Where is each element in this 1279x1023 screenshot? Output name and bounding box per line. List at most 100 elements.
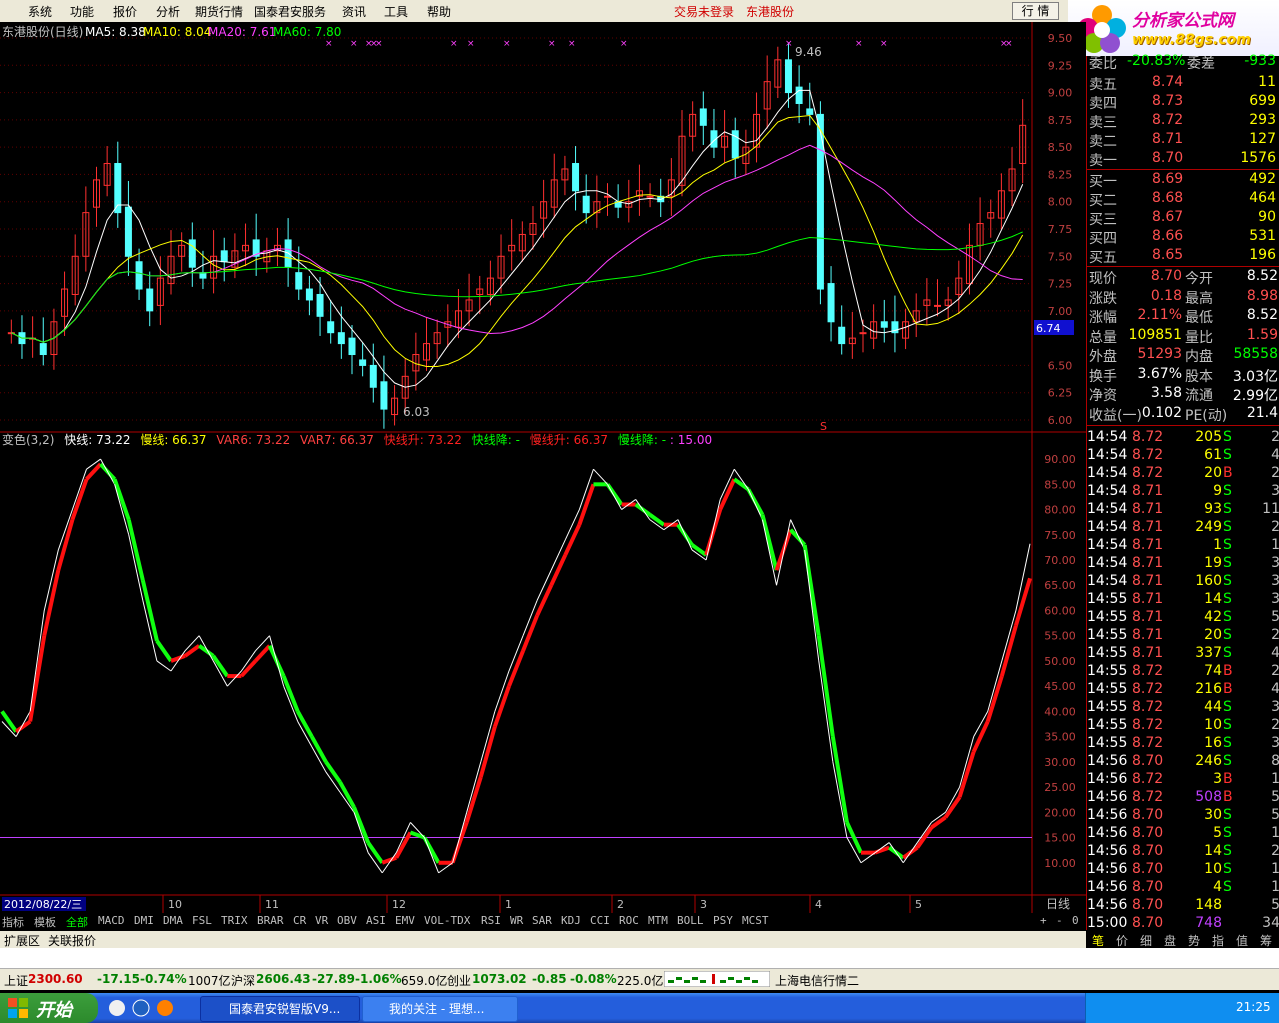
indicator-tab[interactable]: MTM xyxy=(648,914,668,927)
menu-tools[interactable]: 工具 xyxy=(384,3,408,20)
right-tab[interactable]: 细 xyxy=(1140,932,1152,949)
price-y-tick: 7.50 xyxy=(1048,250,1073,263)
indicator-tab[interactable]: DMA xyxy=(163,914,183,927)
tick-row-cell: 20 xyxy=(1204,465,1222,481)
login-status[interactable]: 交易未登录 xyxy=(674,3,734,20)
indicator-tab[interactable]: PSY xyxy=(713,914,733,927)
tick-row-cell: 8.70 xyxy=(1132,861,1164,877)
indicator-tab[interactable]: WR xyxy=(510,914,523,927)
tick-row: 14:54 8.72 61 S 4 xyxy=(1087,446,1279,465)
price-y-tick: 6.50 xyxy=(1048,359,1073,372)
stat-row-cell: 净资 xyxy=(1089,388,1117,404)
indicator-tab[interactable]: ROC xyxy=(619,914,639,927)
extension-bar: 扩展区 关联报价 xyxy=(0,931,1086,948)
indicator-tab[interactable]: OBV xyxy=(337,914,357,927)
taskbar-app-1[interactable]: 国泰君安锐智版V9... xyxy=(200,996,360,1022)
order-ratio-row-cell: 委比 xyxy=(1089,56,1117,72)
right-tab[interactable]: 笔 xyxy=(1092,932,1104,949)
indicator-tab[interactable]: RSI xyxy=(481,914,501,927)
zoom-button[interactable]: - xyxy=(1056,914,1063,927)
bid-row-cell: 8.69 xyxy=(1152,171,1184,187)
right-tab[interactable]: 筹 xyxy=(1260,932,1272,949)
related-quote-tab[interactable]: 关联报价 xyxy=(48,932,96,949)
menu-futures[interactable]: 期货行情 xyxy=(195,3,243,20)
indicator-tab[interactable]: TRIX xyxy=(221,914,248,927)
candle-body xyxy=(934,304,942,307)
zoom-button[interactable]: + xyxy=(1040,914,1047,927)
menu-system[interactable]: 系统 xyxy=(28,3,52,20)
start-button[interactable]: 开始 xyxy=(0,993,98,1023)
tick-row-cell: 1 xyxy=(1271,825,1279,841)
date-label: 2012/08/22/三 xyxy=(4,898,82,911)
sh-index-value: 2300.60 xyxy=(28,972,83,986)
indicator-tab[interactable]: DMI xyxy=(134,914,154,927)
stat-row: 外盘 51293 内盘 58558 xyxy=(1087,345,1279,365)
tick-row-cell: 14 xyxy=(1204,843,1222,859)
indicator-tab[interactable]: 模板 xyxy=(34,914,56,930)
indicator-tab[interactable]: MACD xyxy=(98,914,125,927)
tick-row: 14:56 8.70 30 S 5 xyxy=(1087,806,1279,825)
indicator-tab[interactable]: SAR xyxy=(532,914,552,927)
ask-row-cell: 卖五 xyxy=(1089,77,1117,93)
stat-row-cell: 8.70 xyxy=(1150,268,1182,284)
ask-row: 卖一 8.70 1576 xyxy=(1087,149,1279,169)
signal-marker: × xyxy=(880,39,888,49)
tick-row-cell: 14 xyxy=(1204,591,1222,607)
right-tab[interactable]: 价 xyxy=(1116,932,1128,949)
candle-body xyxy=(827,283,835,323)
zoom-button[interactable]: 0 xyxy=(1072,914,1079,927)
right-tab[interactable]: 势 xyxy=(1188,932,1200,949)
tick-row-cell: 14:54 xyxy=(1087,573,1128,589)
tick-row-cell: S xyxy=(1223,717,1232,733)
indicator-tab[interactable]: CCI xyxy=(590,914,610,927)
indicator-tab[interactable]: BOLL xyxy=(677,914,704,927)
tick-row-cell: 8.70 xyxy=(1132,753,1164,769)
candle-body xyxy=(39,343,47,356)
indicator-tab[interactable]: FSL xyxy=(192,914,212,927)
indicator-tab[interactable]: MCST xyxy=(742,914,769,927)
menu-quote[interactable]: 报价 xyxy=(113,3,137,20)
menu-function[interactable]: 功能 xyxy=(70,3,94,20)
tick-row-cell: 3 xyxy=(1271,735,1279,751)
tick-row-cell: 8.71 xyxy=(1132,645,1164,661)
taskbar-app-2[interactable]: 我的关注 - 理想... xyxy=(362,996,518,1022)
tick-row-cell: B xyxy=(1223,771,1233,787)
high-price-label: 9.46 xyxy=(795,45,822,59)
candle-body xyxy=(146,288,154,312)
tick-row-cell: 30 xyxy=(1204,807,1222,823)
tick-row-cell: 337 xyxy=(1195,645,1222,661)
quick-launch[interactable] xyxy=(105,996,185,1020)
price-y-tick: 7.00 xyxy=(1048,305,1073,318)
indicator-tab[interactable]: VOL-TDX xyxy=(424,914,470,927)
menu-analysis[interactable]: 分析 xyxy=(156,3,180,20)
period-label[interactable]: 日线 xyxy=(1046,897,1070,911)
server-status[interactable]: 上海电信行情二 xyxy=(775,972,859,989)
status-bar: 上证 2300.60 -17.15 -0.74% 1007亿 沪深 2606.4… xyxy=(0,948,1279,990)
trade-button[interactable]: 行 情 xyxy=(1012,2,1059,20)
indicator-tab[interactable]: 全部 xyxy=(66,914,88,930)
right-tab[interactable]: 值 xyxy=(1236,932,1248,949)
indicator-tab[interactable]: KDJ xyxy=(561,914,581,927)
extension-tab[interactable]: 扩展区 xyxy=(4,932,40,949)
chart-area[interactable]: × × ××× × × × × × × × × × ×× 9.509.259.008.758.508.2… xyxy=(0,22,1086,930)
bid-row-cell: 8.68 xyxy=(1152,190,1184,206)
stat-row-cell: 109851 xyxy=(1128,326,1182,343)
price-y-tick: 6.25 xyxy=(1048,387,1073,400)
menu-help[interactable]: 帮助 xyxy=(427,3,451,20)
indicator-tab[interactable]: EMV xyxy=(395,914,415,927)
tick-row-cell: S xyxy=(1223,753,1232,769)
candle-body xyxy=(880,321,888,328)
right-tab[interactable]: 盘 xyxy=(1164,932,1176,949)
clock: 21:25 xyxy=(1236,1000,1271,1014)
menu-news[interactable]: 资讯 xyxy=(342,3,366,20)
indicator-tab[interactable]: VR xyxy=(315,914,328,927)
ask-row-cell: 293 xyxy=(1249,112,1276,128)
indicator-tab[interactable]: BRAR xyxy=(257,914,284,927)
tick-row-cell: S xyxy=(1223,591,1232,607)
indicator-tab[interactable]: CR xyxy=(293,914,306,927)
menu-service[interactable]: 国泰君安服务 xyxy=(254,3,326,20)
indicator-tab[interactable]: ASI xyxy=(366,914,386,927)
right-tab[interactable]: 指 xyxy=(1212,932,1224,949)
indicator-tab[interactable]: 指标 xyxy=(2,914,24,930)
ask-row: 卖五 8.74 11 xyxy=(1087,73,1279,93)
